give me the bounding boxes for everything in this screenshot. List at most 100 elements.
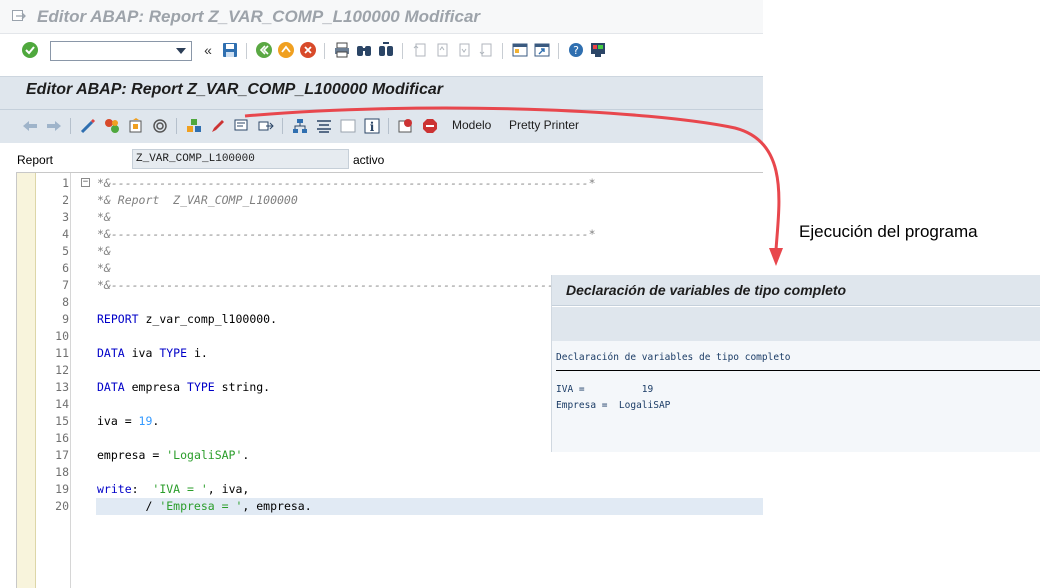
layout-icon[interactable]: [314, 116, 334, 136]
line-number: 16: [55, 431, 69, 445]
hierarchy-icon[interactable]: [290, 116, 310, 136]
line-number: 1: [62, 176, 69, 190]
window-title: Editor ABAP: Report Z_VAR_COMP_L100000 M…: [37, 7, 481, 26]
separator: [388, 118, 389, 134]
code-line[interactable]: 19 write: 'IVA = ', iva,: [17, 481, 763, 498]
window-icon[interactable]: [338, 116, 358, 136]
output-heading: Declaración de variables de tipo complet…: [556, 352, 791, 363]
code-line[interactable]: 20 / 'Empresa = ', empresa.: [17, 498, 763, 515]
pen-icon[interactable]: [208, 116, 228, 136]
previous-page-icon[interactable]: [432, 40, 452, 60]
separator: [324, 43, 325, 59]
first-page-icon[interactable]: [410, 40, 430, 60]
menu-icon[interactable]: [12, 10, 26, 22]
test-icon[interactable]: [256, 116, 276, 136]
create-session-icon[interactable]: [510, 40, 530, 60]
line-number: 9: [62, 312, 69, 326]
line-number: 3: [62, 210, 69, 224]
separator: [502, 43, 503, 59]
customize-layout-icon[interactable]: [588, 40, 608, 60]
code-text: write: 'IVA = ', iva,: [97, 482, 250, 496]
application-toolbar: i Modelo Pretty Printer: [0, 110, 763, 143]
code-line[interactable]: 5 *&: [17, 243, 763, 260]
shortcut-icon[interactable]: [532, 40, 552, 60]
code-text: *&--------------------------------------…: [97, 278, 596, 292]
display-change-icon[interactable]: [78, 116, 98, 136]
separator: [558, 43, 559, 59]
separator: [402, 43, 403, 59]
collapse-icon[interactable]: «: [198, 40, 218, 60]
code-line[interactable]: 18: [17, 464, 763, 481]
enter-icon[interactable]: [20, 40, 40, 60]
line-number: 2: [62, 193, 69, 207]
info-icon[interactable]: i: [362, 116, 382, 136]
output-line: IVA = 19: [556, 384, 654, 395]
arrow-right-icon[interactable]: [44, 116, 64, 136]
separator: [70, 118, 71, 134]
output-list: Declaración de variables de tipo complet…: [552, 341, 1040, 452]
line-number: 20: [55, 499, 69, 513]
where-used-icon[interactable]: [150, 116, 170, 136]
code-text: *& Report Z_VAR_COMP_L100000: [97, 193, 298, 207]
check-object-icon[interactable]: [126, 116, 146, 136]
line-number: 12: [55, 363, 69, 377]
code-text: / 'Empresa = ', empresa.: [97, 499, 312, 513]
find-next-icon[interactable]: [376, 40, 396, 60]
code-text: *&--------------------------------------…: [97, 176, 596, 190]
line-number: 7: [62, 278, 69, 292]
output-toolbar: [552, 307, 1040, 341]
command-field[interactable]: [50, 41, 192, 61]
code-line[interactable]: 2 *& Report Z_VAR_COMP_L100000: [17, 192, 763, 209]
line-number: 4: [62, 227, 69, 241]
last-page-icon[interactable]: [476, 40, 496, 60]
line-number: 5: [62, 244, 69, 258]
output-title-bar: Declaración de variables de tipo complet…: [552, 275, 1040, 306]
inspect-icon[interactable]: [232, 116, 252, 136]
print-icon[interactable]: [332, 40, 352, 60]
output-divider: [556, 370, 1040, 371]
chevron-down-icon[interactable]: [171, 42, 191, 60]
code-text: *&: [97, 261, 111, 275]
command-input[interactable]: [51, 42, 171, 60]
line-number: 19: [55, 482, 69, 496]
code-line[interactable]: 3 *&: [17, 209, 763, 226]
code-line[interactable]: 1 − *&------------------------------------…: [17, 175, 763, 192]
breakpoint-icon[interactable]: [396, 116, 416, 136]
help-icon[interactable]: ?: [566, 40, 586, 60]
screen-title: Editor ABAP: Report Z_VAR_COMP_L100000 M…: [26, 81, 443, 98]
save-icon[interactable]: [220, 40, 240, 60]
activate-icon[interactable]: [102, 116, 122, 136]
line-number: 14: [55, 397, 69, 411]
code-text: DATA empresa TYPE string.: [97, 380, 271, 394]
screen-header: Editor ABAP: Report Z_VAR_COMP_L100000 M…: [0, 76, 763, 143]
system-toolbar: « ?: [0, 34, 763, 68]
line-number: 17: [55, 448, 69, 462]
output-line: Empresa = LogaliSAP: [556, 400, 671, 411]
fold-toggle-icon[interactable]: −: [81, 178, 90, 187]
code-text: *&--------------------------------------…: [97, 227, 596, 241]
object-list-icon[interactable]: [184, 116, 204, 136]
code-text: *&: [97, 210, 111, 224]
find-icon[interactable]: [354, 40, 374, 60]
next-page-icon[interactable]: [454, 40, 474, 60]
code-line[interactable]: 4 *&-------------------------------------…: [17, 226, 763, 243]
title-bar: Editor ABAP: Report Z_VAR_COMP_L100000 M…: [0, 0, 763, 34]
arrow-left-icon[interactable]: [20, 116, 40, 136]
annotation-label: Ejecución del programa: [799, 222, 978, 241]
line-number: 13: [55, 380, 69, 394]
code-text: empresa = 'LogaliSAP'.: [97, 448, 250, 462]
exit-icon[interactable]: [276, 40, 296, 60]
separator: [282, 118, 283, 134]
back-icon[interactable]: [254, 40, 274, 60]
stop-icon[interactable]: [420, 116, 440, 136]
pretty-printer-button[interactable]: Pretty Printer: [509, 118, 579, 132]
code-text: REPORT z_var_comp_l100000.: [97, 312, 278, 326]
separator: [246, 43, 247, 59]
modelo-button[interactable]: Modelo: [452, 118, 491, 132]
report-row: Report Z_VAR_COMP_L100000 activo: [0, 148, 763, 170]
report-name-field[interactable]: Z_VAR_COMP_L100000: [132, 149, 349, 169]
code-text: iva = 19.: [97, 414, 160, 428]
cancel-icon[interactable]: [298, 40, 318, 60]
separator: [176, 118, 177, 134]
report-status: activo: [353, 153, 385, 167]
